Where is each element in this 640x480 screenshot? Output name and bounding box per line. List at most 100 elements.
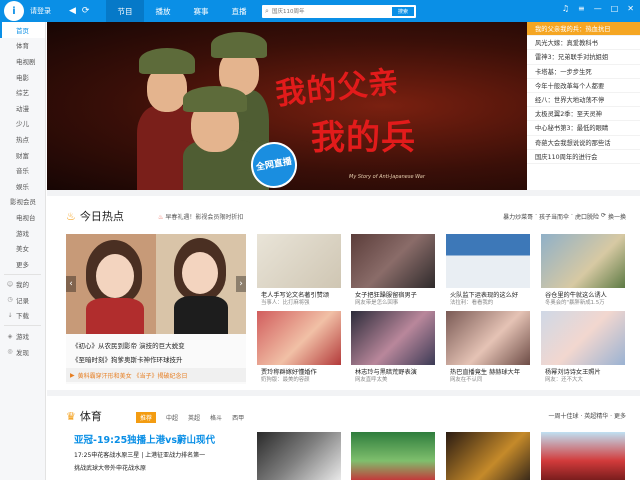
sidebar-item-tv[interactable]: 电视剧 — [0, 53, 45, 69]
search-icon: ⌕ — [265, 7, 269, 15]
close-icon[interactable]: ✕ — [627, 4, 634, 13]
menu-icon[interactable]: ≡ — [578, 4, 585, 13]
sidebar-item-hot[interactable]: 热点 — [0, 131, 45, 147]
video-tile[interactable]: 谷仓里的牛就这么诱人 冬奥会的"暴胖新成1.5万 — [541, 234, 625, 306]
tile-thumbnail — [446, 432, 530, 480]
play-icon: ▶ — [70, 371, 75, 379]
tab-play[interactable]: 播放 — [144, 0, 182, 22]
fire-icon: ♨ — [158, 214, 164, 221]
sidebar-item-label: 我的 — [16, 281, 29, 290]
sidebar-item-games[interactable]: 游戏 — [0, 225, 45, 241]
hot-keyword[interactable]: 暴力炒菜哥 — [503, 212, 533, 221]
video-tile[interactable]: 火队监下运表现的这么好 法拉利：看看我的 — [446, 234, 530, 306]
separator: · — [535, 212, 537, 219]
sidebar-item-station[interactable]: 电视台 — [0, 209, 45, 225]
sidebar-item-kids[interactable]: 少儿 — [0, 116, 45, 132]
discover-icon: ◎ — [7, 348, 13, 356]
video-tile[interactable]: 林志玲与黑暗荒野表演 网友直呼太美 — [351, 311, 435, 383]
banner-list-item[interactable]: 太极灵翼2季：至天灵神 — [527, 107, 640, 122]
tile-subcaption: 网友带是怎么回事 — [355, 300, 399, 306]
vip-promo[interactable]: ♨ 早春礼遇！影视会员限时折扣 — [158, 212, 243, 221]
sidebar-item-label: 游戏 — [16, 333, 29, 342]
tile-thumbnail — [541, 311, 625, 365]
maximize-icon[interactable]: □ — [611, 4, 619, 13]
sports-headline: 亚冠-19:25独播上港vs蔚山现代 — [74, 435, 216, 446]
refresh-icon[interactable]: ⟳ — [82, 6, 90, 16]
banner-list-item[interactable]: 卡塔基：一步步生死 — [527, 65, 640, 79]
login-link[interactable]: 请登录 — [30, 6, 51, 16]
subtab-epl[interactable]: 英超 — [188, 413, 200, 422]
sidebar-item-variety[interactable]: 综艺 — [0, 84, 45, 100]
sidebar-item-music[interactable]: 音乐 — [0, 162, 45, 178]
sidebar-item-beauty[interactable]: 美女 — [0, 240, 45, 256]
hot-keyword[interactable]: 虎口脱险 — [575, 212, 599, 221]
tab-live[interactable]: 直播 — [220, 0, 258, 22]
sidebar-item-more[interactable]: 更多 — [0, 256, 45, 272]
featured-card[interactable]: ‹ › 《初心》从农民到影帝 演技的巨大蜕变 《至暗时刻》狗爹奥斯卡神作环球技升… — [66, 234, 246, 384]
video-tile[interactable] — [446, 432, 530, 480]
featured-footer[interactable]: ▶ 黄科霸穿汗形和美女 《当子》揭破纪念日 — [66, 368, 246, 382]
sidebar-item-sports[interactable]: 体育 — [0, 38, 45, 54]
download-icon: ↓ — [7, 311, 13, 319]
banner-list-item[interactable]: 经八：世界大地动荡不停 — [527, 93, 640, 108]
shuffle-button[interactable]: 换一换 — [608, 212, 626, 221]
tile-subcaption: 网友直呼太美 — [355, 377, 388, 383]
hero-banner[interactable]: 我的父亲 我的兵 My Story of Anti-Japanese War 全… — [47, 22, 527, 190]
subtab-fight[interactable]: 格斗 — [210, 413, 222, 422]
hot-section-title: ♨ 今日热点 — [66, 208, 124, 224]
search-button[interactable]: 搜索 — [392, 7, 414, 16]
video-tile[interactable] — [351, 432, 435, 480]
search-input[interactable] — [272, 6, 390, 17]
sidebar-item-download[interactable]: ↓ 下载 — [0, 308, 45, 324]
banner-list-item[interactable]: 我的父亲我的兵：热血抗日 — [527, 22, 640, 37]
sidebar-item-finance[interactable]: 财富 — [0, 147, 45, 163]
tab-events[interactable]: 赛事 — [182, 0, 220, 22]
window-controls: ♫ ≡ — □ ✕ — [562, 4, 634, 13]
hot-keyword[interactable]: 孩子当而伞 — [539, 212, 569, 221]
section-divider — [47, 190, 640, 196]
sports-headline-card[interactable]: 亚冠-19:25独播上港vs蔚山现代 17:25申花客战水原三星 | 上港征亚战… — [66, 432, 246, 480]
banner-title-line1: 我的父亲 — [273, 64, 401, 113]
video-tile[interactable] — [257, 432, 341, 480]
tab-programs[interactable]: 节目 — [106, 0, 144, 22]
back-icon[interactable]: ◀ — [69, 6, 76, 16]
sidebar-item-discover[interactable]: ◎ 发现 — [0, 344, 45, 360]
banner-list-item[interactable]: 风光大嫁：真爱教科书 — [527, 36, 640, 51]
next-arrow-icon[interactable]: › — [236, 276, 246, 292]
video-tile[interactable]: 热巴直播竟生 赫赫球大年 网友在不认同 — [446, 311, 530, 383]
subtab-csl[interactable]: 中超 — [166, 413, 178, 422]
video-tile[interactable]: 贾玲称群嫁好懂婚作 奶狗版：最美的容颜 — [257, 311, 341, 383]
tile-subcaption: 网友：还不大大 — [545, 377, 583, 383]
sidebar-item-vip[interactable]: 影视会员 — [0, 194, 45, 210]
video-tile[interactable]: 老人手写论文名著引赞颂 当事人：比打麻将强 — [257, 234, 341, 306]
video-tile[interactable]: 杨幂刘诗诗女王照片 网友：还不大大 — [541, 311, 625, 383]
sidebar-item-history[interactable]: ◷ 记录 — [0, 292, 45, 308]
sidebar-item-movie[interactable]: 电影 — [0, 69, 45, 85]
logo[interactable]: i — [4, 1, 24, 21]
sidebar-item-anime[interactable]: 动漫 — [0, 100, 45, 116]
sports-more-links[interactable]: 一周十佳球 · 英超精华 · 更多 — [549, 411, 626, 420]
banner-list-item[interactable]: 雷神3：兄弟联手对抗姐姐 — [527, 50, 640, 65]
banner-list-item[interactable]: 中心秘书第3：最低的眼睛 — [527, 121, 640, 136]
featured-line-2[interactable]: 《至暗时刻》狗爹奥斯卡神作环球技升 — [72, 354, 183, 364]
subtab-recommend[interactable]: 推荐 — [136, 412, 157, 423]
sidebar-item-home[interactable]: 首页 — [0, 22, 45, 38]
subtab-laliga[interactable]: 西甲 — [232, 413, 244, 422]
hot-keywords: 暴力炒菜哥 · 孩子当而伞 · 虎口脱险 ⟳ 换一换 — [503, 212, 626, 221]
prev-arrow-icon[interactable]: ‹ — [66, 276, 76, 292]
minimize-icon[interactable]: — — [594, 4, 602, 13]
video-tile[interactable]: 女子把狂躁服留宿男子 网友带是怎么回事 — [351, 234, 435, 306]
featured-line-1[interactable]: 《初心》从农民到影帝 演技的巨大蜕变 — [72, 340, 185, 350]
sidebar-item-game[interactable]: ◈ 游戏 — [0, 328, 45, 344]
banner-list-item[interactable]: 今年十般改革每个人都要 — [527, 79, 640, 93]
tile-subcaption: 奶狗版：最美的容颜 — [261, 377, 310, 383]
tile-thumbnail — [446, 234, 530, 288]
video-tile[interactable] — [541, 432, 625, 480]
music-icon[interactable]: ♫ — [562, 4, 569, 13]
sidebar-item-ent[interactable]: 娱乐 — [0, 178, 45, 194]
sidebar-item-mine[interactable]: ☺ 我的 — [0, 277, 45, 293]
banner-list-item[interactable]: 国庆110周年的进行会 — [527, 150, 640, 164]
banner-list-item[interactable]: 奇葩大会我想说说的那些话 — [527, 136, 640, 150]
featured-image — [66, 234, 246, 334]
flame-icon: ♨ — [66, 209, 76, 223]
